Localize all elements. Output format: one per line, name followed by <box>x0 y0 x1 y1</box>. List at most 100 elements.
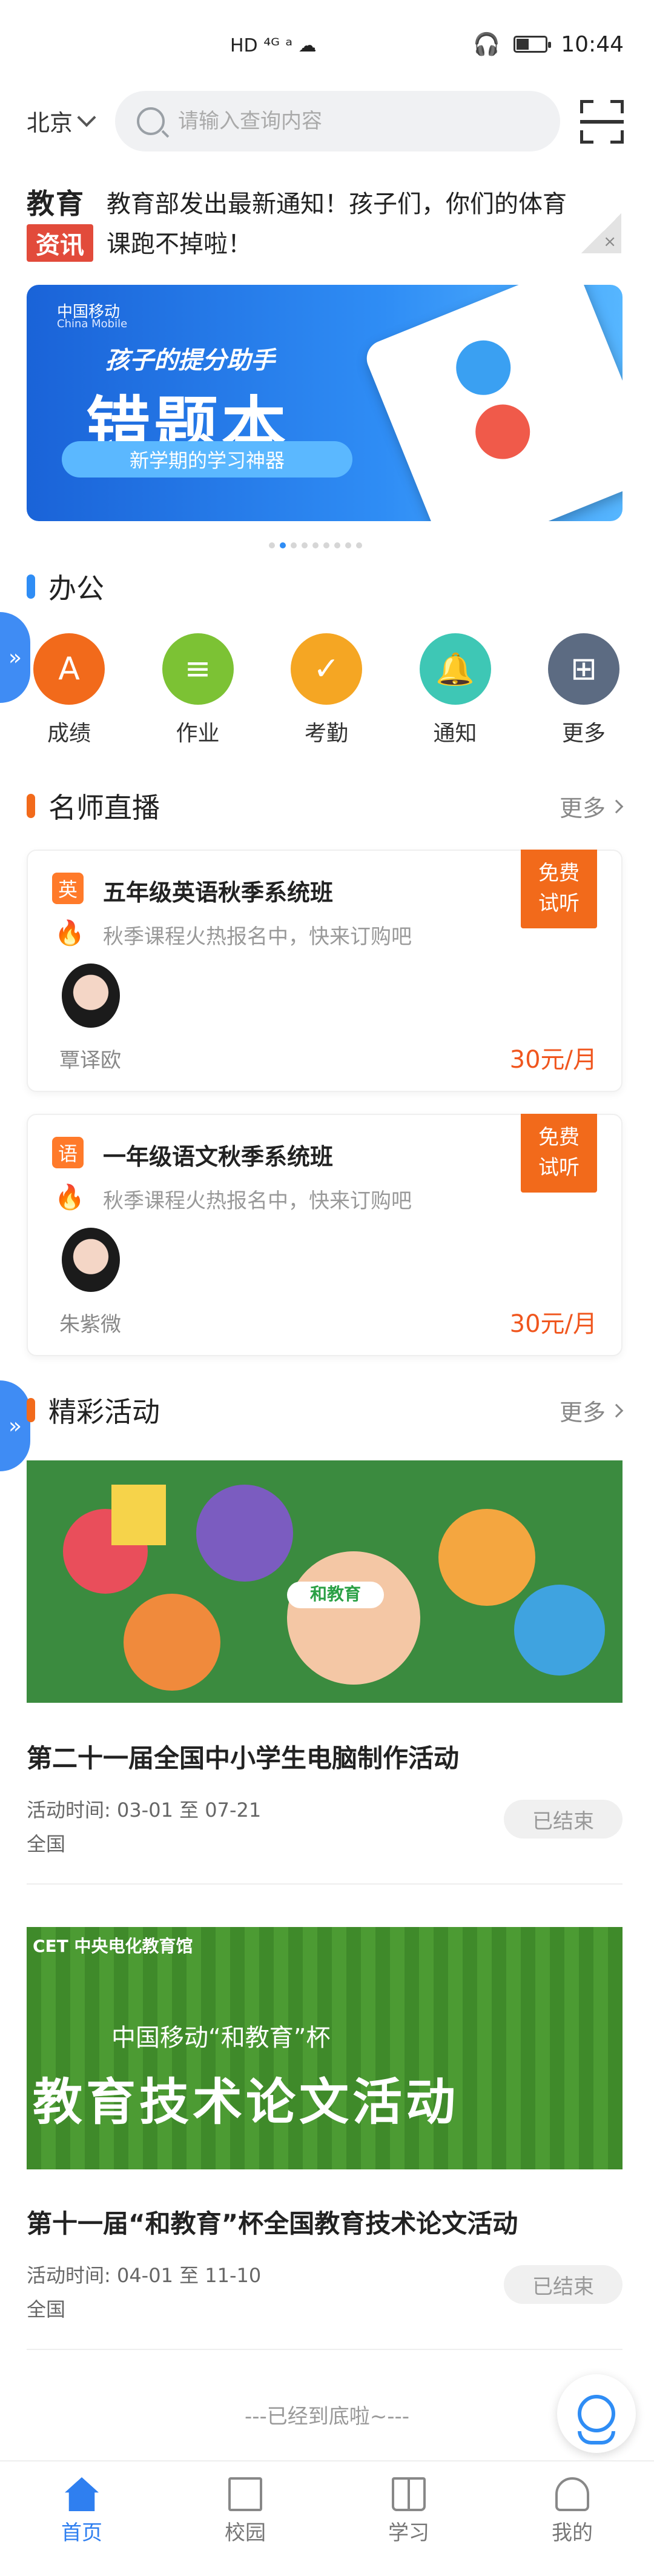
clock: 10:44 <box>561 32 624 57</box>
live-more-link[interactable]: 更多 <box>560 790 624 823</box>
grade-icon: A <box>33 633 105 705</box>
tab-label: 校园 <box>225 2521 266 2545</box>
bottom-tab-bar: 首页 校园 学习 我的 <box>0 2460 654 2576</box>
free-trial-badge[interactable]: 免费 试听 <box>521 1114 597 1193</box>
divider <box>27 2349 623 2350</box>
office-item[interactable]: 🔔 通知 <box>413 633 498 747</box>
tab-label: 我的 <box>552 2521 593 2545</box>
course-price: 30元/月 <box>509 1046 597 1074</box>
homework-icon: ≡ <box>162 633 234 705</box>
banner-slogan: 孩子的提分助手 <box>105 347 275 374</box>
teacher-avatar <box>62 964 120 1028</box>
teacher-name: 朱紫微 <box>59 1313 121 1337</box>
news-close-corner[interactable]: × <box>581 213 621 253</box>
live-course-card[interactable]: 语 一年级语文秋季系统班 🔥 秋季课程火热报名中，快来订购吧 朱紫微 30元/月… <box>27 1114 623 1356</box>
tab-label: 学习 <box>388 2521 429 2545</box>
side-expand-tab[interactable]: » <box>0 612 30 703</box>
activity-image-brand: CET 中央电化教育馆 <box>33 1936 193 1956</box>
more-grid-icon: ⊞ <box>548 633 619 705</box>
office-item[interactable]: ⊞ 更多 <box>541 633 626 747</box>
activity-status: 已结束 <box>504 2265 623 2304</box>
status-bar: HD ⁴ᴳ ᵃ ☁ 🎧 10:44 <box>0 0 654 91</box>
activity-time: 活动时间: 04-01 至 11-10 <box>27 2264 262 2287</box>
cartoon-illustration: 和教育 <box>27 1460 623 1703</box>
tab-campus[interactable]: 校园 <box>164 2461 327 2576</box>
carousel-dot[interactable] <box>269 542 275 548</box>
carousel-dot[interactable] <box>302 542 308 548</box>
carousel-dot[interactable] <box>334 542 340 548</box>
subject-badge: 英 <box>52 873 84 904</box>
office-section-title: 办公 <box>27 567 104 607</box>
activities-section-title: 精彩活动 <box>27 1390 160 1430</box>
status-icons: HD ⁴ᴳ ᵃ ☁ <box>230 35 317 56</box>
news-logo-top: 教育 <box>27 187 85 220</box>
carousel-dot[interactable] <box>323 542 329 548</box>
tab-label: 首页 <box>61 2521 102 2545</box>
news-logo-bottom: 资讯 <box>27 224 93 262</box>
promo-banner[interactable]: 中国移动 China Mobile 孩子的提分助手 错题本 新学期的学习神器 <box>27 285 623 521</box>
office-item[interactable]: ≡ 作业 <box>156 633 240 747</box>
banner-pill: 新学期的学习神器 <box>62 441 352 478</box>
office-grid: A 成绩 ≡ 作业 ✓ 考勤 🔔 通知 ⊞ 更多 <box>27 633 626 747</box>
carousel-dot[interactable] <box>345 542 351 548</box>
carousel-dot[interactable] <box>356 542 362 548</box>
carousel-dots <box>269 542 362 548</box>
live-section-title: 名师直播 <box>27 786 160 826</box>
search-bar[interactable] <box>115 91 560 151</box>
news-headline[interactable]: 教育部发出最新通知！孩子们，你们的体育课跑不掉啦！ <box>107 184 573 264</box>
activity-image[interactable]: 和教育 <box>27 1460 623 1703</box>
section-bar <box>27 794 35 818</box>
customer-service-button[interactable] <box>557 2374 636 2453</box>
office-item-label: 通知 <box>433 721 477 746</box>
activity-title[interactable]: 第十一届“和教育”杯全国教育技术论文活动 <box>27 2203 518 2240</box>
activity-image[interactable]: CET 中央电化教育馆 中国移动“和教育”杯 教育技术论文活动 <box>27 1927 623 2169</box>
course-title: 五年级英语秋季系统班 <box>103 879 334 906</box>
divider <box>27 1883 623 1885</box>
news-logo: 教育 资讯 <box>27 182 93 262</box>
activity-time: 活动时间: 03-01 至 07-21 <box>27 1799 262 1822</box>
course-desc: 秋季课程火热报名中，快来订购吧 <box>103 925 412 949</box>
course-price: 30元/月 <box>509 1310 597 1338</box>
office-title: 办公 <box>48 572 104 605</box>
office-item-label: 作业 <box>176 721 220 746</box>
carousel-dot[interactable] <box>280 542 286 548</box>
city-label: 北京 <box>27 110 73 136</box>
tab-home[interactable]: 首页 <box>0 2461 164 2576</box>
user-icon <box>555 2477 589 2511</box>
live-course-card[interactable]: 英 五年级英语秋季系统班 🔥 秋季课程火热报名中，快来订购吧 覃译欧 30元/月… <box>27 850 623 1092</box>
activity-area: 全国 <box>27 2298 66 2321</box>
carousel-dot[interactable] <box>291 542 297 548</box>
tab-me[interactable]: 我的 <box>490 2461 654 2576</box>
activity-image-sub: 中国移动“和教育”杯 <box>111 2024 331 2052</box>
end-of-list-note: ---已经到底啦~--- <box>244 2405 410 2429</box>
free-trial-badge[interactable]: 免费 试听 <box>521 850 597 928</box>
office-item-label: 考勤 <box>304 721 348 746</box>
search-input[interactable] <box>178 109 493 133</box>
banner-brand-en: China Mobile <box>57 318 128 330</box>
school-icon <box>228 2477 262 2511</box>
office-item-label: 更多 <box>561 721 606 746</box>
activity-image-text: 和教育 <box>310 1584 361 1604</box>
search-icon <box>137 107 165 135</box>
office-item[interactable]: A 成绩 <box>27 633 111 747</box>
live-title: 名师直播 <box>48 791 160 824</box>
teacher-name: 覃译欧 <box>59 1048 121 1073</box>
chevron-right-icon <box>609 1403 624 1417</box>
activities-more-link[interactable]: 更多 <box>560 1394 624 1427</box>
chevron-down-icon <box>77 107 96 127</box>
activity-title[interactable]: 第二十一届全国中小学生电脑制作活动 <box>27 1738 459 1775</box>
office-item[interactable]: ✓ 考勤 <box>284 633 369 747</box>
teacher-avatar <box>62 1228 120 1292</box>
city-selector[interactable]: 北京 <box>27 104 96 138</box>
subject-badge: 语 <box>52 1137 84 1168</box>
carousel-dot[interactable] <box>312 542 319 548</box>
book-icon <box>392 2477 426 2511</box>
side-expand-tab[interactable]: » <box>0 1380 30 1471</box>
course-title: 一年级语文秋季系统班 <box>103 1143 334 1170</box>
close-icon: × <box>603 233 616 251</box>
scan-icon[interactable] <box>580 100 624 144</box>
fire-icon: 🔥 <box>54 1183 85 1211</box>
chevron-right-icon <box>609 799 624 813</box>
tab-study[interactable]: 学习 <box>327 2461 490 2576</box>
activity-area: 全国 <box>27 1832 66 1855</box>
